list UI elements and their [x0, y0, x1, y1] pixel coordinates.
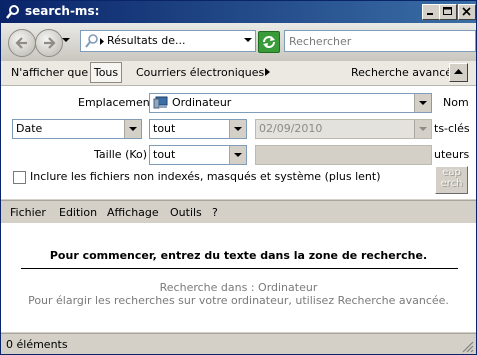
forward-button[interactable]: [35, 29, 63, 57]
search-window: search-ms: Résultats de... Rechercher N'…: [0, 0, 477, 355]
menu-view[interactable]: Affichage: [107, 206, 159, 219]
arrow-right-icon: [44, 37, 56, 49]
menu-tools[interactable]: Outils: [170, 206, 202, 219]
status-bar: 0 éléments: [1, 333, 476, 354]
chevron-down-icon: [234, 127, 242, 131]
location-select[interactable]: Ordinateur: [149, 93, 432, 113]
date-operator-value: tout: [153, 122, 176, 135]
chevron-down-icon: [419, 101, 427, 105]
empty-results-headline: Pour commencer, entrez du texte dans la …: [49, 249, 428, 262]
address-dropdown-chevron-down-icon[interactable]: [244, 38, 252, 43]
address-toolbar: Résultats de... Rechercher: [1, 23, 476, 62]
menu-edit[interactable]: Edition: [59, 206, 97, 219]
resize-grip-icon[interactable]: [462, 341, 474, 353]
size-operator-value: tout: [153, 148, 176, 161]
size-label: Taille (Ko): [94, 148, 148, 161]
search-input[interactable]: Rechercher: [284, 30, 476, 52]
name-label: Nom: [443, 96, 469, 109]
address-bar[interactable]: Résultats de...: [80, 30, 256, 52]
refresh-icon: [263, 36, 275, 48]
maximize-button[interactable]: [439, 4, 457, 20]
date-field-dropdown-arrow: [124, 120, 141, 138]
arrow-left-icon: [15, 37, 27, 49]
filter-bar: N'afficher que : Tous Courriers électron…: [1, 61, 476, 86]
search-button-label-line1: еар: [442, 167, 461, 178]
more-filters-chevron-right-icon[interactable]: [265, 68, 270, 76]
tags-label: ts-clés: [434, 122, 470, 135]
filter-all-button[interactable]: Tous: [90, 62, 122, 83]
date-operator-select[interactable]: tout: [149, 119, 247, 139]
search-button-label-line2: erch: [440, 178, 463, 189]
history-chevron-down-icon[interactable]: [62, 38, 70, 43]
chevron-down-icon: [129, 127, 137, 131]
breadcrumb-arrow-icon: [100, 38, 104, 45]
advanced-search-pane: Emplacement Ordinateur Nom Date tout 02/…: [1, 86, 476, 199]
authors-label: uteurs: [434, 148, 470, 161]
minimize-button[interactable]: [422, 4, 440, 20]
menu-file[interactable]: Fichier: [10, 206, 46, 219]
date-value: 02/09/2010: [259, 122, 323, 135]
chevron-down-icon: [234, 153, 242, 157]
chevron-down-icon: [419, 127, 427, 131]
filter-label: N'afficher que :: [11, 66, 96, 79]
computer-icon: [153, 96, 168, 109]
chevron-up-icon: [454, 69, 463, 74]
minimize-icon: [427, 13, 433, 15]
filter-mail-button[interactable]: Courriers électroniques: [136, 66, 264, 79]
location-value: Ordinateur: [172, 96, 232, 109]
date-picker-dropdown-arrow: [414, 120, 431, 138]
date-operator-dropdown-arrow: [229, 120, 246, 138]
location-label: Emplacement: [78, 96, 155, 109]
menu-help[interactable]: ?: [212, 206, 218, 219]
search-scope-text: Recherche dans : Ordinateur: [159, 281, 318, 294]
size-value-field[interactable]: [255, 145, 432, 165]
search-placeholder: Rechercher: [289, 35, 352, 48]
location-dropdown-arrow: [414, 94, 431, 112]
size-operator-dropdown-arrow: [229, 146, 246, 164]
search-button[interactable]: еар erch: [435, 166, 468, 194]
results-pane: Pour commencer, entrez du texte dans la …: [1, 223, 476, 332]
advanced-search-hint: Pour élargir les recherches sur votre or…: [28, 294, 449, 307]
title-bar[interactable]: search-ms:: [1, 1, 476, 23]
maximize-icon: [443, 7, 452, 15]
include-nonindexed-label: Inclure les fichiers non indexés, masqué…: [30, 170, 381, 183]
advanced-toggle-button[interactable]: [449, 63, 468, 82]
include-nonindexed-checkbox[interactable]: [13, 171, 26, 184]
date-field-value: Date: [16, 122, 43, 135]
date-picker[interactable]: 02/09/2010: [255, 119, 432, 139]
close-button[interactable]: [458, 4, 476, 20]
date-field-select[interactable]: Date: [12, 119, 142, 139]
size-operator-select[interactable]: tout: [149, 145, 247, 165]
refresh-button[interactable]: [258, 31, 280, 53]
back-button[interactable]: [8, 29, 36, 57]
address-text: Résultats de...: [107, 34, 186, 47]
window-title: search-ms:: [25, 4, 100, 18]
advanced-search-link[interactable]: Recherche avancée: [351, 66, 459, 79]
item-count: 0 éléments: [6, 338, 68, 351]
search-magnifier-icon: [85, 34, 98, 48]
close-icon: [462, 7, 471, 16]
divider: [21, 268, 458, 269]
menu-bar: Fichier Edition Affichage Outils ?: [1, 200, 476, 224]
search-magnifier-icon: [6, 5, 19, 19]
